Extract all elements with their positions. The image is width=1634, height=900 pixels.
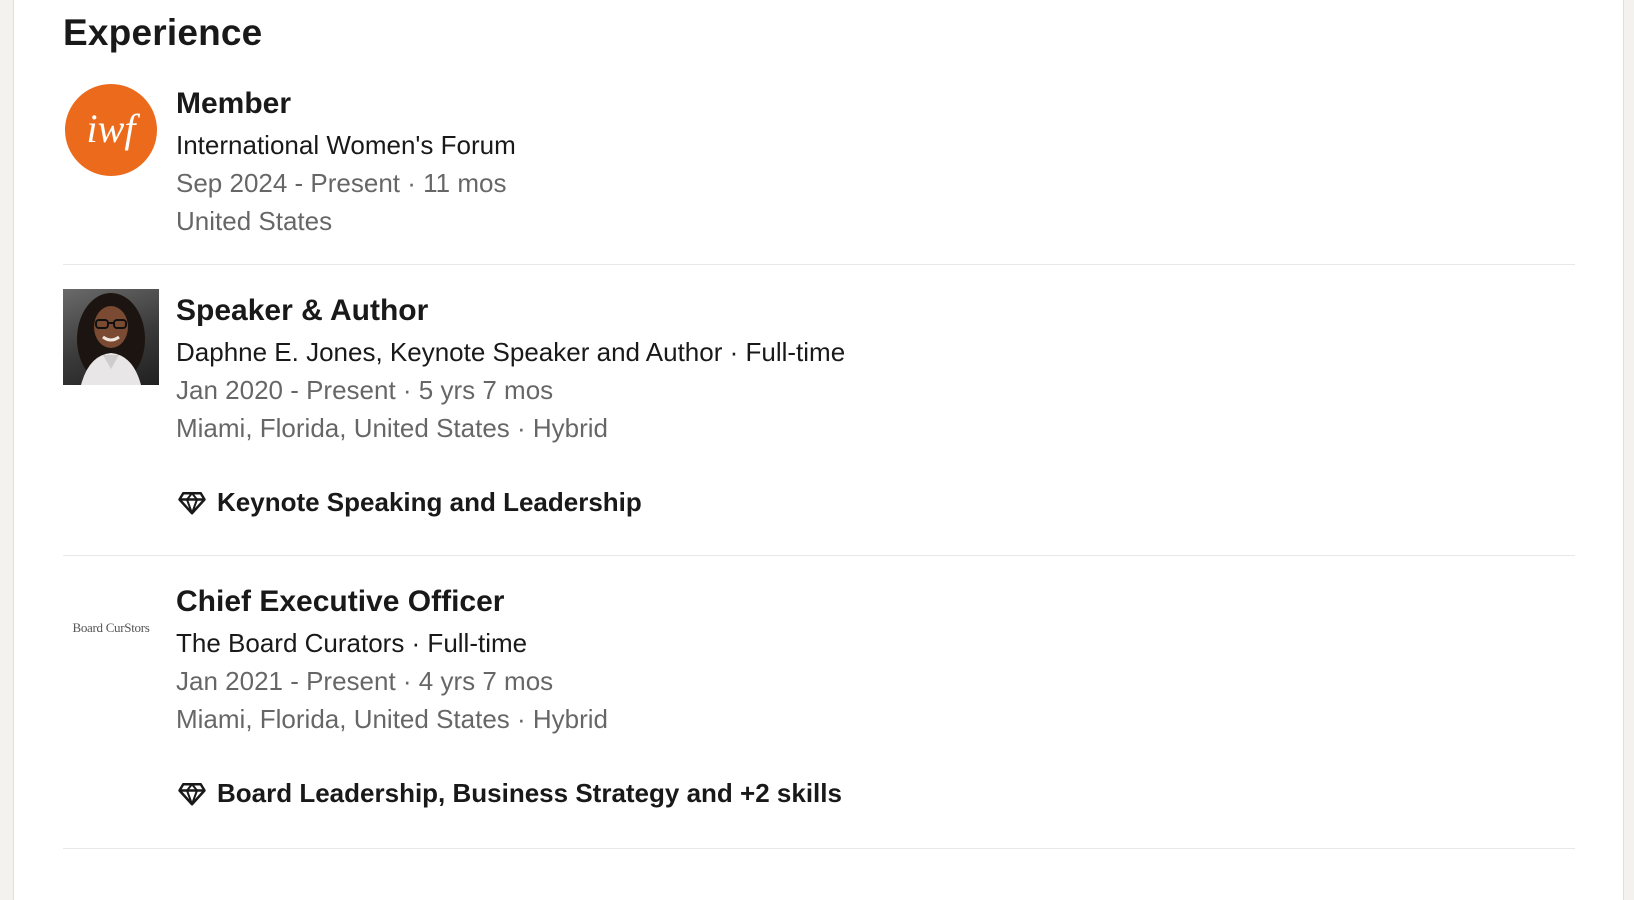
- company-name: The Board Curators · Full-time: [176, 628, 528, 658]
- job-title[interactable]: Chief Executive Officer: [176, 582, 842, 622]
- board-curators-logo-icon: Board CurStors: [63, 580, 159, 676]
- company-logo[interactable]: iwf: [63, 82, 159, 178]
- job-location: Miami, Florida, United States · Hybrid: [176, 704, 609, 734]
- skills-link[interactable]: Keynote Speaking and Leadership: [176, 482, 845, 522]
- iwf-logo-icon: iwf: [65, 84, 157, 176]
- experience-item-speaker[interactable]: Speaker & Author Daphne E. Jones, Keynot…: [63, 265, 1575, 556]
- employment-dates: Jan 2021 - Present · 4 yrs 7 mos: [176, 666, 554, 696]
- board-curators-logo-text: Board CurStors: [72, 620, 150, 635]
- skills-label: Board Leadership, Business Strategy and …: [217, 778, 842, 808]
- iwf-logo-mark: iwf: [87, 106, 141, 151]
- profile-photo-icon: [63, 289, 159, 385]
- experience-item-member[interactable]: iwf Member International Women's Forum S…: [63, 82, 1575, 265]
- employment-dates: Sep 2024 - Present · 11 mos: [176, 168, 507, 198]
- experience-info: Chief Executive Officer The Board Curato…: [176, 580, 842, 848]
- job-location: United States: [176, 206, 333, 236]
- company-logo[interactable]: Board CurStors: [63, 580, 159, 676]
- skills-link[interactable]: Board Leadership, Business Strategy and …: [176, 773, 842, 813]
- company-logo[interactable]: [63, 289, 159, 385]
- employment-dates: Jan 2020 - Present · 5 yrs 7 mos: [176, 375, 554, 405]
- company-name: International Women's Forum: [176, 130, 516, 160]
- svg-text:iwf: iwf: [87, 106, 141, 151]
- experience-info: Speaker & Author Daphne E. Jones, Keynot…: [176, 289, 845, 555]
- job-title[interactable]: Speaker & Author: [176, 291, 845, 331]
- experience-card: Experience iwf Member International Wome…: [13, 0, 1624, 900]
- person-silhouette: [77, 293, 145, 385]
- company-name: Daphne E. Jones, Keynote Speaker and Aut…: [176, 337, 846, 367]
- job-title[interactable]: Member: [176, 84, 516, 124]
- skills-label: Keynote Speaking and Leadership: [217, 487, 642, 517]
- experience-item-ceo[interactable]: Board CurStors Chief Executive Officer T…: [63, 556, 1575, 849]
- diamond-icon: [177, 487, 207, 517]
- experience-list: iwf Member International Women's Forum S…: [63, 82, 1575, 849]
- diamond-icon: [177, 778, 207, 808]
- job-location: Miami, Florida, United States · Hybrid: [176, 413, 609, 443]
- experience-info: Member International Women's Forum Sep 2…: [176, 82, 516, 264]
- section-title: Experience: [63, 12, 263, 53]
